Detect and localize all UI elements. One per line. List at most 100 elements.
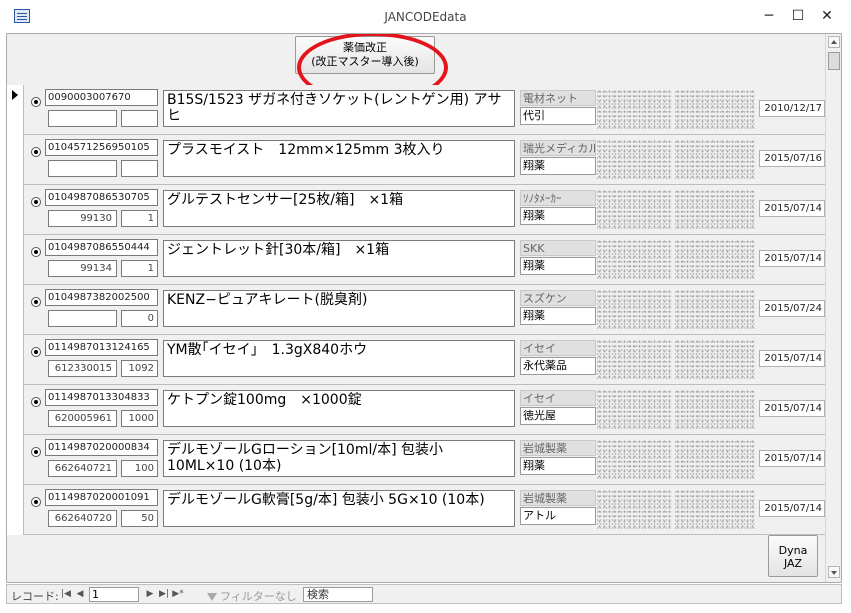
table-row[interactable]: 0104987086530705 99130 1 グルテストセンサー[25枚/箱] ×… <box>7 185 825 235</box>
current-record-input[interactable]: 1 <box>89 587 139 602</box>
quantity-field[interactable]: 1092 <box>121 360 158 377</box>
product-code-field[interactable]: 99134 <box>48 260 117 277</box>
record-selector[interactable] <box>7 185 24 235</box>
product-code-field[interactable] <box>48 310 117 327</box>
supplier-field[interactable]: 徳光屋 <box>520 407 596 425</box>
date-field[interactable]: 2010/12/17 <box>759 100 825 117</box>
dyna-jaz-button[interactable]: Dyna JAZ <box>768 535 818 577</box>
next-record-icon[interactable]: ▶ <box>144 588 156 600</box>
first-record-icon[interactable]: |◀ <box>60 588 72 600</box>
product-code-field[interactable]: 662640721 <box>48 460 117 477</box>
table-row[interactable]: 0114987013124165 612330015 1092 YM散｢イセイ｣ 1.… <box>7 335 825 385</box>
product-name-field[interactable]: ジェントレット針[30本/箱] ×1箱 <box>163 240 515 277</box>
row-radio-button[interactable] <box>31 197 41 207</box>
jan-code-field[interactable]: 0114987013124165 <box>45 339 158 356</box>
table-row[interactable]: 0114987020000834 662640721 100 デルモゾールGローション… <box>7 435 825 485</box>
supplier-field[interactable]: 翔薬 <box>520 457 596 475</box>
table-row[interactable]: 0114987013304833 620005961 1000 ケトプン錠100mg … <box>7 385 825 435</box>
quantity-field[interactable]: 1 <box>121 260 158 277</box>
record-selector[interactable] <box>7 285 24 335</box>
supplier-field[interactable]: 代引 <box>520 107 596 125</box>
product-name-field[interactable]: ケトプン錠100mg ×1000錠 <box>163 390 515 427</box>
jan-code-field[interactable]: 0090003007670 <box>45 89 158 106</box>
date-field[interactable]: 2015/07/14 <box>759 250 825 267</box>
table-row[interactable]: 0114987020001091 662640720 50 デルモゾールG軟膏[5g/… <box>7 485 825 535</box>
date-field[interactable]: 2015/07/14 <box>759 400 825 417</box>
search-input[interactable]: 検索 <box>303 587 373 602</box>
product-name-field[interactable]: デルモゾールGローション[10ml/本] 包装小 10ML×10 (10本) <box>163 440 515 477</box>
maximize-button[interactable]: ☐ <box>783 4 813 28</box>
product-name-field[interactable]: プラスモイスト 12mm×125mm 3枚入り <box>163 140 515 177</box>
product-name-field[interactable]: B15S/1523 ザガネ付きソケット(レントゲン用) アサヒ <box>163 90 515 127</box>
jan-code-field[interactable]: 0114987020001091 <box>45 489 158 506</box>
product-code-field[interactable] <box>48 160 117 177</box>
scroll-up-arrow-icon[interactable] <box>828 36 840 48</box>
table-row[interactable]: 0104987086550444 99134 1 ジェントレット針[30本/箱] ×1… <box>7 235 825 285</box>
row-radio-button[interactable] <box>31 497 41 507</box>
row-radio-button[interactable] <box>31 97 41 107</box>
record-selector[interactable] <box>7 435 24 485</box>
redacted-area <box>597 139 672 179</box>
date-field[interactable]: 2015/07/24 <box>759 300 825 317</box>
product-code-field[interactable]: 620005961 <box>48 410 117 427</box>
record-selector[interactable] <box>7 85 24 135</box>
jan-code-field[interactable]: 0114987020000834 <box>45 439 158 456</box>
supplier-field[interactable]: 永代薬品 <box>520 357 596 375</box>
vertical-scrollbar[interactable] <box>825 34 841 582</box>
new-record-icon[interactable]: ▶* <box>172 588 184 600</box>
row-radio-button[interactable] <box>31 297 41 307</box>
jan-code-field[interactable]: 0104987086550444 <box>45 239 158 256</box>
supplier-field[interactable]: 翔薬 <box>520 257 596 275</box>
supplier-field[interactable]: 翔薬 <box>520 307 596 325</box>
date-field[interactable]: 2015/07/16 <box>759 150 825 167</box>
quantity-field[interactable]: 50 <box>121 510 158 527</box>
product-name-field[interactable]: グルテストセンサー[25枚/箱] ×1箱 <box>163 190 515 227</box>
jan-code-field[interactable]: 0104571256950105 <box>45 139 158 156</box>
supplier-field[interactable]: 翔薬 <box>520 157 596 175</box>
product-name-field[interactable]: YM散｢イセイ｣ 1.3gX840ホウ <box>163 340 515 377</box>
row-radio-button[interactable] <box>31 347 41 357</box>
quantity-field[interactable] <box>121 110 158 127</box>
record-selector[interactable] <box>7 135 24 185</box>
product-name-field[interactable]: デルモゾールG軟膏[5g/本] 包装小 5G×10 (10本) <box>163 490 515 527</box>
row-radio-button[interactable] <box>31 447 41 457</box>
table-row[interactable]: 0104571256950105 プラスモイスト 12mm×125mm 3枚入り瑞… <box>7 135 825 185</box>
supplier-field[interactable]: 翔薬 <box>520 207 596 225</box>
filter-toggle[interactable]: フィルターなし <box>207 588 297 604</box>
quantity-field[interactable]: 1000 <box>121 410 158 427</box>
table-row[interactable]: 0090003007670 B15S/1523 ザガネ付きソケット(レントゲン用)… <box>7 85 825 135</box>
record-selector[interactable] <box>7 385 24 435</box>
jan-code-field[interactable]: 0104987382002500 <box>45 289 158 306</box>
quantity-field[interactable] <box>121 160 158 177</box>
scroll-thumb[interactable] <box>828 52 840 70</box>
product-name-field[interactable]: KENZ−ピュアキレート(脱臭剤) <box>163 290 515 327</box>
record-selector[interactable] <box>7 335 24 385</box>
minimize-button[interactable]: ─ <box>754 4 784 28</box>
scroll-down-arrow-icon[interactable] <box>828 566 840 578</box>
row-radio-button[interactable] <box>31 397 41 407</box>
product-code-field[interactable] <box>48 110 117 127</box>
date-field[interactable]: 2015/07/14 <box>759 500 825 517</box>
row-radio-button[interactable] <box>31 247 41 257</box>
product-code-field[interactable]: 99130 <box>48 210 117 227</box>
date-field[interactable]: 2015/07/14 <box>759 450 825 467</box>
product-code-field[interactable]: 612330015 <box>48 360 117 377</box>
product-code-field[interactable]: 662640720 <box>48 510 117 527</box>
redacted-area <box>675 239 755 279</box>
record-selector[interactable] <box>7 485 24 535</box>
table-row[interactable]: 0104987382002500 0 KENZ−ピュアキレート(脱臭剤) スズケン 翔薬… <box>7 285 825 335</box>
record-selector[interactable] <box>7 235 24 285</box>
row-radio-button[interactable] <box>31 147 41 157</box>
jan-code-field[interactable]: 0114987013304833 <box>45 389 158 406</box>
record-list: 0090003007670 B15S/1523 ザガネ付きソケット(レントゲン用)… <box>7 85 825 535</box>
quantity-field[interactable]: 100 <box>121 460 158 477</box>
previous-record-icon[interactable]: ◀ <box>74 588 86 600</box>
date-field[interactable]: 2015/07/14 <box>759 200 825 217</box>
last-record-icon[interactable]: ▶| <box>158 588 170 600</box>
supplier-field[interactable]: アトル <box>520 507 596 525</box>
date-field[interactable]: 2015/07/14 <box>759 350 825 367</box>
quantity-field[interactable]: 1 <box>121 210 158 227</box>
quantity-field[interactable]: 0 <box>121 310 158 327</box>
close-button[interactable]: ✕ <box>812 4 842 28</box>
jan-code-field[interactable]: 0104987086530705 <box>45 189 158 206</box>
